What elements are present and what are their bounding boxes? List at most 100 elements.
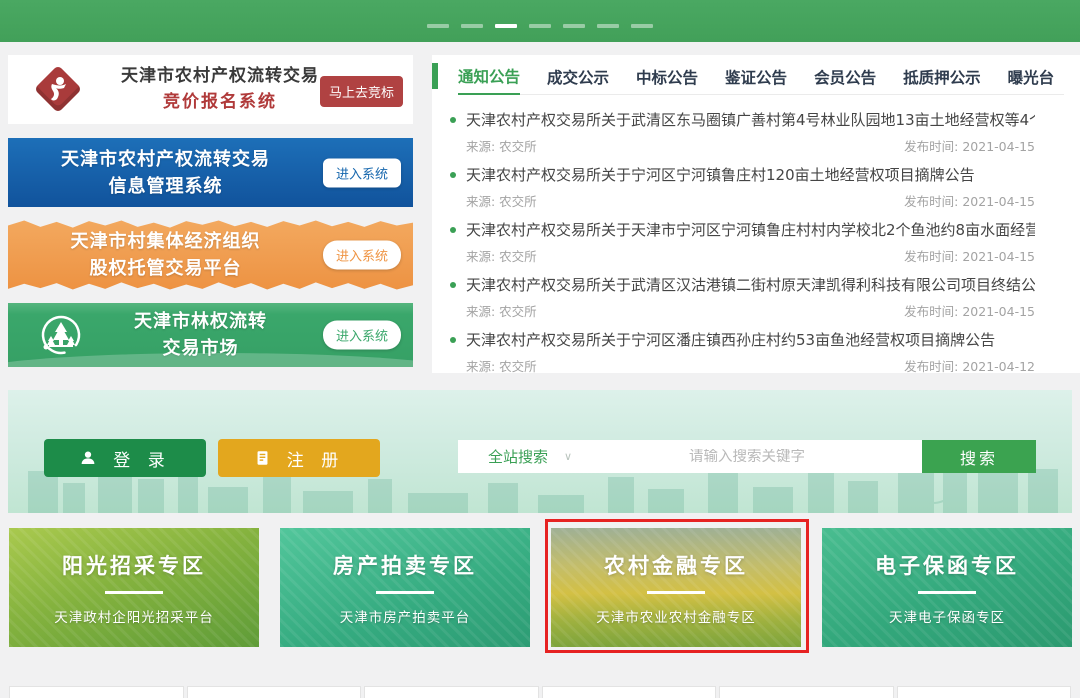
news-title[interactable]: 天津农村产权交易所关于宁河区潘庄镇西孙庄村约53亩鱼池经营权项目摘牌公告: [466, 329, 995, 350]
bullet-icon: [450, 282, 456, 288]
search-button[interactable]: 搜索: [922, 440, 1036, 473]
login-button[interactable]: 登 录: [44, 439, 206, 477]
news-item: 天津农村产权交易所关于武清区汉沽港镇二街村原天津凯得利科技有限公司项目终结公告 …: [448, 274, 1035, 320]
notice-tabs: 通知公告 成交公示 中标公告 鉴证公告 会员公告 抵质押公示 曝光台 更多▶: [458, 59, 1064, 95]
login-label: 登 录: [107, 446, 170, 471]
zone-divider: [105, 591, 163, 594]
news-title[interactable]: 天津农村产权交易所关于武清区东马圈镇广善村第4号林业队园地13亩土地经营权等4个…: [466, 109, 1035, 130]
notice-panel: 通知公告 成交公示 中标公告 鉴证公告 会员公告 抵质押公示 曝光台 更多▶ 天…: [432, 55, 1080, 373]
news-source: 来源: 农交所: [466, 136, 537, 155]
news-item: 天津农村产权交易所关于宁河区潘庄镇西孙庄村约53亩鱼池经营权项目摘牌公告 来源:…: [448, 329, 1035, 375]
bullet-icon: [450, 117, 456, 123]
search-bar: 全站搜索 ∨ 搜索: [458, 440, 1036, 473]
user-icon: [79, 449, 97, 467]
footer-cell: [719, 686, 894, 698]
news-link[interactable]: 天津农村产权交易所关于天津市宁河区宁河镇鲁庄村村内学校北2个鱼池约8亩水面经营.…: [448, 219, 1035, 240]
zone-electronic-guarantee[interactable]: 电子保函专区 天津电子保函专区: [822, 528, 1072, 647]
tab-authentication[interactable]: 鉴证公告: [725, 59, 787, 94]
carousel-dot[interactable]: [461, 24, 483, 28]
zone-divider: [647, 591, 705, 594]
tab-mortgage[interactable]: 抵质押公示: [903, 59, 981, 94]
bullet-icon: [450, 337, 456, 343]
carousel-dot-active[interactable]: [495, 24, 517, 28]
banner-title-line1: 天津市村集体经济组织: [8, 228, 323, 255]
enter-system-button[interactable]: 进入系统: [323, 241, 401, 270]
carousel-dot[interactable]: [631, 24, 653, 28]
footer-cell: [9, 686, 184, 698]
tab-accent-bar: [432, 63, 438, 89]
banner-title: 天津市林权流转 交易市场: [78, 303, 323, 367]
news-title[interactable]: 天津农村产权交易所关于天津市宁河区宁河镇鲁庄村村内学校北2个鱼池约8亩水面经营.…: [466, 219, 1035, 240]
hatch-overlay: [822, 528, 1072, 647]
news-source: 来源: 农交所: [466, 246, 537, 265]
zone-divider: [376, 591, 434, 594]
brand-title-line2: 竞价报名系统: [100, 89, 340, 115]
zone-real-estate-auction[interactable]: 房产拍卖专区 天津市房产拍卖平台: [280, 528, 530, 647]
news-item: 天津农村产权交易所关于武清区东马圈镇广善村第4号林业队园地13亩土地经营权等4个…: [448, 109, 1035, 155]
zone-rural-finance[interactable]: 农村金融专区 天津市农业农村金融专区: [551, 528, 801, 647]
zone-subtitle: 天津政村企阳光招采平台: [54, 606, 214, 626]
carousel-dot[interactable]: [563, 24, 585, 28]
zone-title: 阳光招采专区: [62, 550, 206, 580]
footer-cell: [364, 686, 539, 698]
banner-title: 天津市村集体经济组织 股权托管交易平台: [8, 219, 323, 291]
carousel-dot[interactable]: [427, 24, 449, 28]
banner-title: 天津市农村产权流转交易 信息管理系统: [8, 138, 323, 207]
bullet-icon: [450, 172, 456, 178]
brand-logo-icon: [36, 67, 80, 111]
zone-title: 农村金融专区: [604, 550, 748, 580]
hatch-overlay: [280, 528, 530, 647]
carousel-dot[interactable]: [529, 24, 551, 28]
banner-title-line1: 天津市农村产权流转交易: [8, 146, 323, 173]
news-link[interactable]: 天津农村产权交易所关于宁河区潘庄镇西孙庄村约53亩鱼池经营权项目摘牌公告: [448, 329, 1035, 350]
news-source: 来源: 农交所: [466, 191, 537, 210]
news-item: 天津农村产权交易所关于天津市宁河区宁河镇鲁庄村村内学校北2个鱼池约8亩水面经营.…: [448, 219, 1035, 265]
news-date: 发布时间: 2021-04-15: [904, 246, 1035, 265]
banner-title-line2: 信息管理系统: [8, 173, 323, 200]
tab-deals[interactable]: 成交公示: [547, 59, 609, 94]
tab-winning-bid[interactable]: 中标公告: [636, 59, 698, 94]
news-title[interactable]: 天津农村产权交易所关于武清区汉沽港镇二街村原天津凯得利科技有限公司项目终结公告: [466, 274, 1035, 295]
bidding-system-card[interactable]: 天津市农村产权流转交易 竞价报名系统 马上去竞标: [8, 55, 413, 124]
enter-system-button[interactable]: 进入系统: [323, 158, 401, 187]
brand-title-line1: 天津市农村产权流转交易: [100, 63, 340, 89]
news-link[interactable]: 天津农村产权交易所关于武清区汉沽港镇二街村原天津凯得利科技有限公司项目终结公告: [448, 274, 1035, 295]
search-scope-label: 全站搜索: [488, 446, 548, 467]
forest-rights-market-banner[interactable]: 天津市林权流转 交易市场 进入系统: [8, 303, 413, 367]
news-date: 发布时间: 2021-04-12: [904, 356, 1035, 375]
zone-title: 电子保函专区: [875, 550, 1019, 580]
search-scope-select[interactable]: 全站搜索 ∨: [488, 446, 572, 467]
carousel-dot[interactable]: [597, 24, 619, 28]
news-source: 来源: 农交所: [466, 301, 537, 320]
enter-system-button[interactable]: 进入系统: [323, 321, 401, 350]
brand-title: 天津市农村产权流转交易 竞价报名系统: [100, 63, 340, 116]
news-link[interactable]: 天津农村产权交易所关于武清区东马圈镇广善村第4号林业队园地13亩土地经营权等4个…: [448, 109, 1035, 130]
banner-title-line1: 天津市林权流转: [78, 308, 323, 335]
hero-banner: 登 录 注 册 全站搜索 ∨ 搜索: [8, 390, 1072, 513]
zone-sunshine-procurement[interactable]: 阳光招采专区 天津政村企阳光招采平台: [9, 528, 259, 647]
news-title[interactable]: 天津农村产权交易所关于宁河区宁河镇鲁庄村120亩土地经营权项目摘牌公告: [466, 164, 975, 185]
equity-trusteeship-banner[interactable]: 天津市村集体经济组织 股权托管交易平台 进入系统: [8, 219, 413, 291]
zone-subtitle: 天津市房产拍卖平台: [340, 606, 471, 626]
bottom-strip: [9, 686, 1071, 698]
search-input[interactable]: [572, 449, 922, 465]
news-date: 发布时间: 2021-04-15: [904, 301, 1035, 320]
tab-notice[interactable]: 通知公告: [458, 59, 520, 95]
news-source: 来源: 农交所: [466, 356, 537, 375]
news-item: 天津农村产权交易所关于宁河区宁河镇鲁庄村120亩土地经营权项目摘牌公告 来源: …: [448, 164, 1035, 210]
hatch-overlay: [9, 528, 259, 647]
register-form-icon: [254, 449, 271, 467]
chevron-down-icon: ∨: [564, 450, 572, 463]
go-bid-button[interactable]: 马上去竞标: [320, 76, 403, 107]
banner-title-line2: 股权托管交易平台: [8, 255, 323, 282]
info-management-system-banner[interactable]: 天津市农村产权流转交易 信息管理系统 进入系统: [8, 138, 413, 207]
news-list: 天津农村产权交易所关于武清区东马圈镇广善村第4号林业队园地13亩土地经营权等4个…: [432, 95, 1080, 375]
news-date: 发布时间: 2021-04-15: [904, 191, 1035, 210]
tab-exposure[interactable]: 曝光台: [1008, 59, 1055, 94]
zone-subtitle: 天津市农业农村金融专区: [596, 606, 756, 626]
news-link[interactable]: 天津农村产权交易所关于宁河区宁河镇鲁庄村120亩土地经营权项目摘牌公告: [448, 164, 1035, 185]
footer-cell: [187, 686, 362, 698]
carousel-top-bar: [0, 0, 1080, 42]
register-button[interactable]: 注 册: [218, 439, 380, 477]
tab-members[interactable]: 会员公告: [814, 59, 876, 94]
